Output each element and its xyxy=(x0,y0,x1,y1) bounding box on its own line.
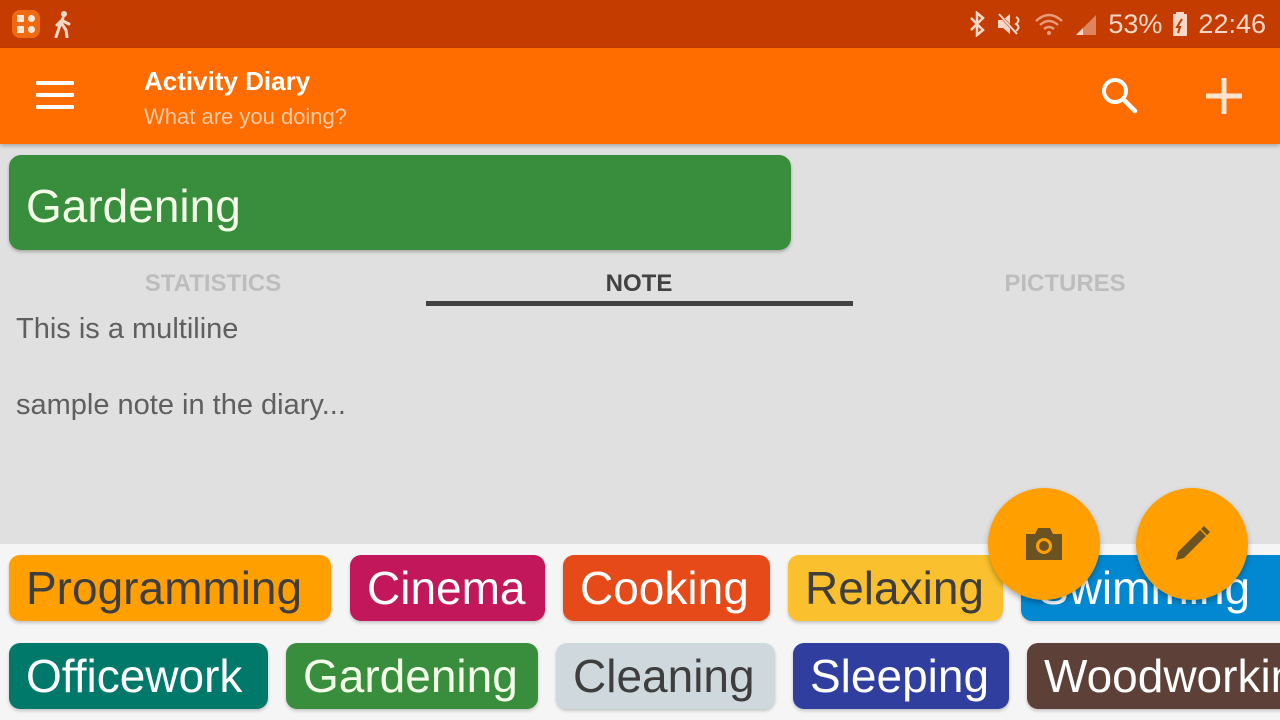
clock: 22:46 xyxy=(1198,8,1266,39)
activity-chip-cleaning[interactable]: Cleaning xyxy=(556,643,775,709)
status-bar: 53% 22:46 xyxy=(0,0,1280,48)
mute-icon xyxy=(997,11,1020,37)
activity-chip-label: Cinema xyxy=(367,562,526,614)
note-text[interactable]: This is a multiline sample note in the d… xyxy=(16,310,916,424)
app-title: Activity Diary xyxy=(144,66,311,96)
tab-statistics[interactable]: STATISTICS xyxy=(0,262,426,308)
search-icon xyxy=(1102,78,1138,114)
app-subtitle: What are you doing? xyxy=(144,104,348,129)
battery-percent: 53% xyxy=(1108,8,1163,39)
activity-chip-cooking[interactable]: Cooking xyxy=(563,555,770,621)
activity-chip-label: Sleeping xyxy=(810,650,990,702)
edit-note-fab[interactable] xyxy=(1136,488,1248,600)
pencil-icon xyxy=(1176,526,1210,560)
bluetooth-icon xyxy=(970,11,986,37)
activity-chip-officework[interactable]: Officework xyxy=(9,643,268,709)
active-tab-indicator xyxy=(426,301,853,306)
activity-chip-programming[interactable]: Programming xyxy=(9,555,331,621)
activity-chip-label: Relaxing xyxy=(805,562,984,614)
app-bar: Activity Diary What are you doing? xyxy=(0,48,1280,144)
current-activity-card[interactable]: Gardening xyxy=(9,155,791,250)
current-activity-name: Gardening xyxy=(26,180,241,232)
activity-chip-relaxing[interactable]: Relaxing xyxy=(788,555,1003,621)
walking-icon xyxy=(54,11,71,38)
add-activity-button[interactable] xyxy=(1200,72,1248,120)
activity-chip-label: Officework xyxy=(26,650,243,702)
activity-chip-label: Gardening xyxy=(303,650,518,702)
activity-chip-cinema[interactable]: Cinema xyxy=(350,555,545,621)
search-button[interactable] xyxy=(1098,74,1142,118)
tab-pictures[interactable]: PICTURES xyxy=(852,262,1278,308)
camera-icon xyxy=(1026,528,1062,560)
activity-chip-woodworking[interactable]: Woodworking xyxy=(1027,643,1280,709)
camera-fab[interactable] xyxy=(988,488,1100,600)
activity-chip-gardening[interactable]: Gardening xyxy=(286,643,538,709)
app-notification-icon xyxy=(12,10,40,38)
activity-chip-label: Programming xyxy=(26,562,303,614)
detail-tabs: STATISTICS NOTE PICTURES xyxy=(0,262,1280,308)
add-icon xyxy=(1206,78,1242,114)
wifi-icon xyxy=(1035,13,1064,35)
activity-chip-label: Cooking xyxy=(580,562,749,614)
battery-charging-icon xyxy=(1173,12,1188,36)
menu-icon xyxy=(36,81,74,85)
activity-chip-label: Woodworking xyxy=(1044,650,1280,702)
activity-chip-label: Cleaning xyxy=(573,650,755,702)
signal-icon xyxy=(1076,15,1097,35)
menu-button[interactable] xyxy=(36,81,76,111)
activity-chip-sleeping[interactable]: Sleeping xyxy=(793,643,1009,709)
